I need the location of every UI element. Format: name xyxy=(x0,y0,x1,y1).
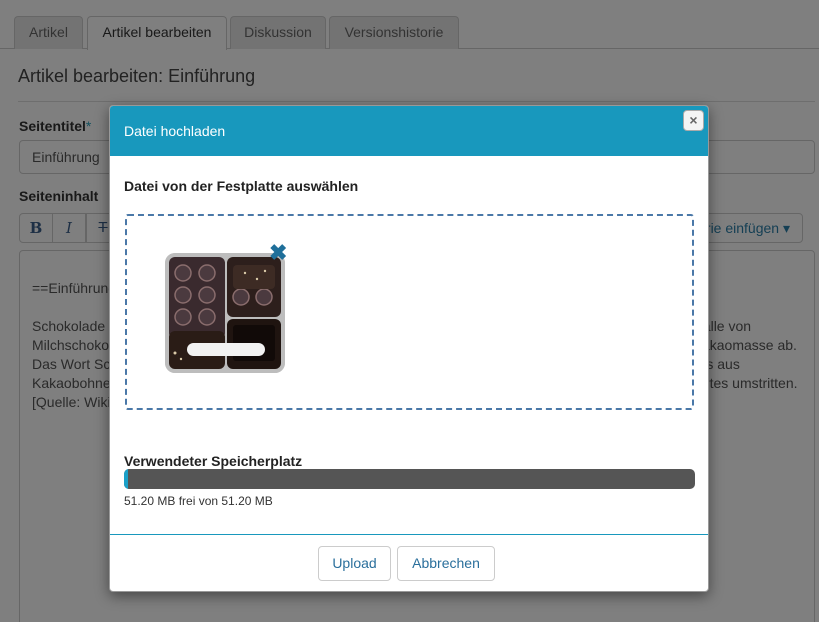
select-file-heading: Datei von der Festplatte auswählen xyxy=(124,178,359,194)
dialog-title: Datei hochladen xyxy=(124,123,226,139)
dialog-footer-divider xyxy=(110,534,708,535)
chocolate-image xyxy=(165,253,285,373)
upload-dialog: Datei hochladen × Datei von der Festplat… xyxy=(109,105,709,592)
storage-progress-fill xyxy=(124,469,128,489)
file-dropzone[interactable]: ✖ xyxy=(125,214,694,410)
close-icon[interactable]: × xyxy=(683,110,704,131)
cancel-button[interactable]: Abbrechen xyxy=(397,546,495,581)
storage-progress-bar xyxy=(124,469,695,489)
uploaded-image-thumbnail xyxy=(165,253,285,373)
storage-text: 51.20 MB frei von 51.20 MB xyxy=(124,494,273,508)
upload-button[interactable]: Upload xyxy=(318,546,391,581)
storage-label: Verwendeter Speicherplatz xyxy=(124,453,303,469)
dialog-header: Datei hochladen xyxy=(110,106,708,156)
remove-file-icon[interactable]: ✖ xyxy=(269,241,287,265)
